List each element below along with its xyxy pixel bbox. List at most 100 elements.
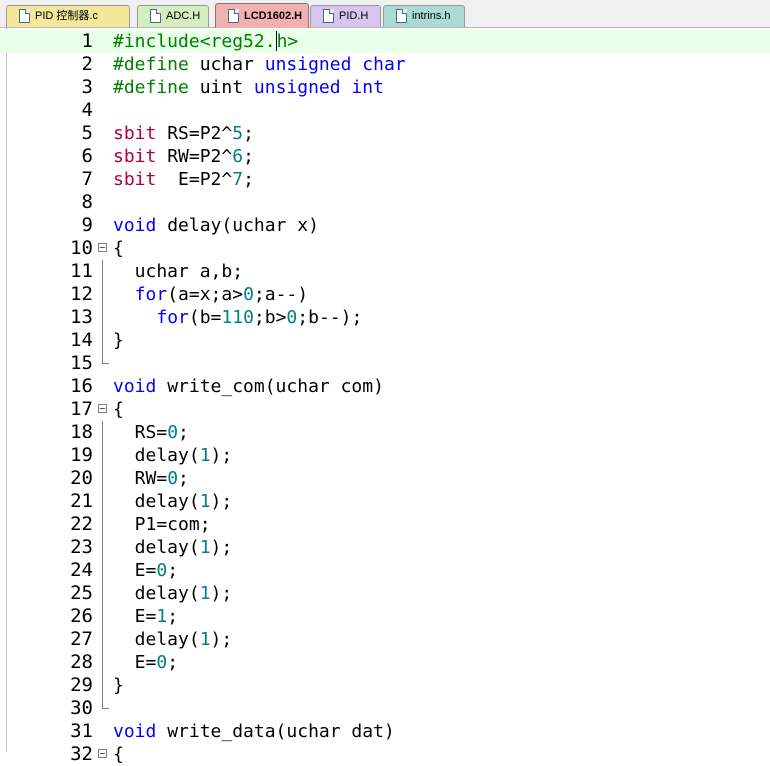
- code-token: 0: [167, 468, 179, 489]
- code-token: RS=: [113, 422, 168, 443]
- code-token: 0: [156, 652, 168, 673]
- fold-guide-line: [102, 513, 103, 536]
- code-line[interactable]: 21 delay(1);: [0, 490, 770, 513]
- code-token: 1: [199, 491, 211, 512]
- code-line[interactable]: 8: [0, 191, 770, 214]
- code-line[interactable]: 19 delay(1);: [0, 444, 770, 467]
- code-text: void write_data(uchar dat): [113, 720, 395, 743]
- code-token: uchar: [199, 54, 265, 75]
- code-line[interactable]: 17 {: [0, 398, 770, 421]
- line-number: 27: [70, 628, 93, 650]
- line-number: 7: [81, 168, 93, 190]
- code-token: void: [113, 215, 168, 236]
- code-line[interactable]: 15: [0, 352, 770, 375]
- code-token: );: [210, 491, 233, 512]
- code-line[interactable]: 11 uchar a,b;: [0, 260, 770, 283]
- fold-toggle-icon[interactable]: [98, 404, 107, 413]
- line-number: 32: [70, 743, 93, 765]
- code-text: }: [113, 674, 124, 697]
- code-text: sbit RS=P2^5;: [113, 122, 254, 145]
- code-line[interactable]: 24 E=0;: [0, 559, 770, 582]
- line-number: 10: [70, 237, 93, 259]
- fold-toggle-icon[interactable]: [98, 243, 107, 252]
- code-line[interactable]: 31 void write_data(uchar dat): [0, 720, 770, 743]
- code-editor[interactable]: 1 #include<reg52.h> 2 #define uchar unsigne…: [0, 28, 770, 765]
- code-line[interactable]: 12 for(a=x;a>0;a--): [0, 283, 770, 306]
- code-line[interactable]: 26 E=1;: [0, 605, 770, 628]
- line-number: 20: [70, 467, 93, 489]
- code-line[interactable]: 28 E=0;: [0, 651, 770, 674]
- code-token: #include<reg52.: [113, 31, 276, 52]
- code-line[interactable]: 23 delay(1);: [0, 536, 770, 559]
- code-line[interactable]: 30: [0, 697, 770, 720]
- code-line[interactable]: 18 RS=0;: [0, 421, 770, 444]
- code-token: ;: [243, 123, 254, 144]
- code-token: ;b>: [253, 307, 287, 328]
- code-token: 1: [199, 537, 211, 558]
- fold-guide-line: [102, 582, 103, 605]
- code-line[interactable]: 1 #include<reg52.h>: [0, 30, 770, 53]
- code-text: delay(1);: [113, 490, 233, 513]
- line-number: 23: [70, 536, 93, 558]
- code-token: ;: [243, 146, 254, 167]
- code-token: 1: [199, 445, 211, 466]
- code-line[interactable]: 27 delay(1);: [0, 628, 770, 651]
- code-token: uchar a,b;: [113, 261, 244, 282]
- fold-guide-line: [102, 536, 103, 559]
- code-line[interactable]: 32 {: [0, 743, 770, 766]
- code-line[interactable]: 2 #define uchar unsigned char: [0, 53, 770, 76]
- code-line[interactable]: 14}: [0, 329, 770, 352]
- code-line[interactable]: 10 {: [0, 237, 770, 260]
- code-token: );: [210, 537, 233, 558]
- file-tab-5[interactable]: intrins.h: [383, 5, 465, 27]
- code-text: E=0;: [113, 559, 178, 582]
- code-line[interactable]: 5 sbit RS=P2^5;: [0, 122, 770, 145]
- code-token: h>: [276, 31, 299, 52]
- line-number: 21: [70, 490, 93, 512]
- code-token: unsigned int: [253, 77, 384, 98]
- code-line[interactable]: 20 RW=0;: [0, 467, 770, 490]
- line-number: 11: [70, 260, 93, 282]
- code-token: delay(: [113, 629, 200, 650]
- code-line[interactable]: 9 void delay(uchar x): [0, 214, 770, 237]
- code-token: write_data(uchar dat): [167, 721, 395, 742]
- code-line[interactable]: 22 P1=com;: [0, 513, 770, 536]
- line-number: 19: [70, 444, 93, 466]
- code-token: 6: [232, 146, 244, 167]
- code-line[interactable]: 4: [0, 99, 770, 122]
- code-line[interactable]: 13 for(b=110;b>0;b--);: [0, 306, 770, 329]
- code-token: 110: [221, 307, 254, 328]
- code-line[interactable]: 29}: [0, 674, 770, 697]
- code-token: E=: [113, 560, 157, 581]
- code-line[interactable]: 3 #define uint unsigned int: [0, 76, 770, 99]
- file-tab-1[interactable]: PID 控制器.c: [6, 5, 130, 27]
- line-number: 30: [70, 697, 93, 719]
- code-line[interactable]: 25 delay(1);: [0, 582, 770, 605]
- fold-guide-line: [102, 421, 103, 444]
- code-text: {: [113, 237, 124, 260]
- code-text: #define uchar unsigned char: [113, 53, 406, 76]
- file-tab-3[interactable]: LCD1602.H: [215, 3, 309, 28]
- line-number: 25: [70, 582, 93, 604]
- code-text: RW=0;: [113, 467, 189, 490]
- code-token: unsigned char: [264, 54, 406, 75]
- fold-guide-line: [102, 444, 103, 467]
- code-token: 7: [232, 169, 244, 190]
- file-tab-2[interactable]: ADC.H: [137, 5, 209, 27]
- code-text: void write_com(uchar com): [113, 375, 384, 398]
- code-text: delay(1);: [113, 628, 233, 651]
- file-tab-4[interactable]: PID.H: [310, 5, 381, 27]
- fold-toggle-icon[interactable]: [98, 749, 107, 758]
- fold-guide-line: [102, 467, 103, 490]
- code-text: {: [113, 743, 124, 766]
- code-line[interactable]: 7 sbit E=P2^7;: [0, 168, 770, 191]
- code-token: 0: [286, 307, 298, 328]
- code-token: ;: [178, 468, 189, 489]
- code-token: 1: [156, 606, 168, 627]
- file-icon: [396, 9, 407, 23]
- code-text: #include<reg52.h>: [113, 30, 298, 53]
- code-line[interactable]: 6 sbit RW=P2^6;: [0, 145, 770, 168]
- code-line[interactable]: 16 void write_com(uchar com): [0, 375, 770, 398]
- line-number: 24: [70, 559, 93, 581]
